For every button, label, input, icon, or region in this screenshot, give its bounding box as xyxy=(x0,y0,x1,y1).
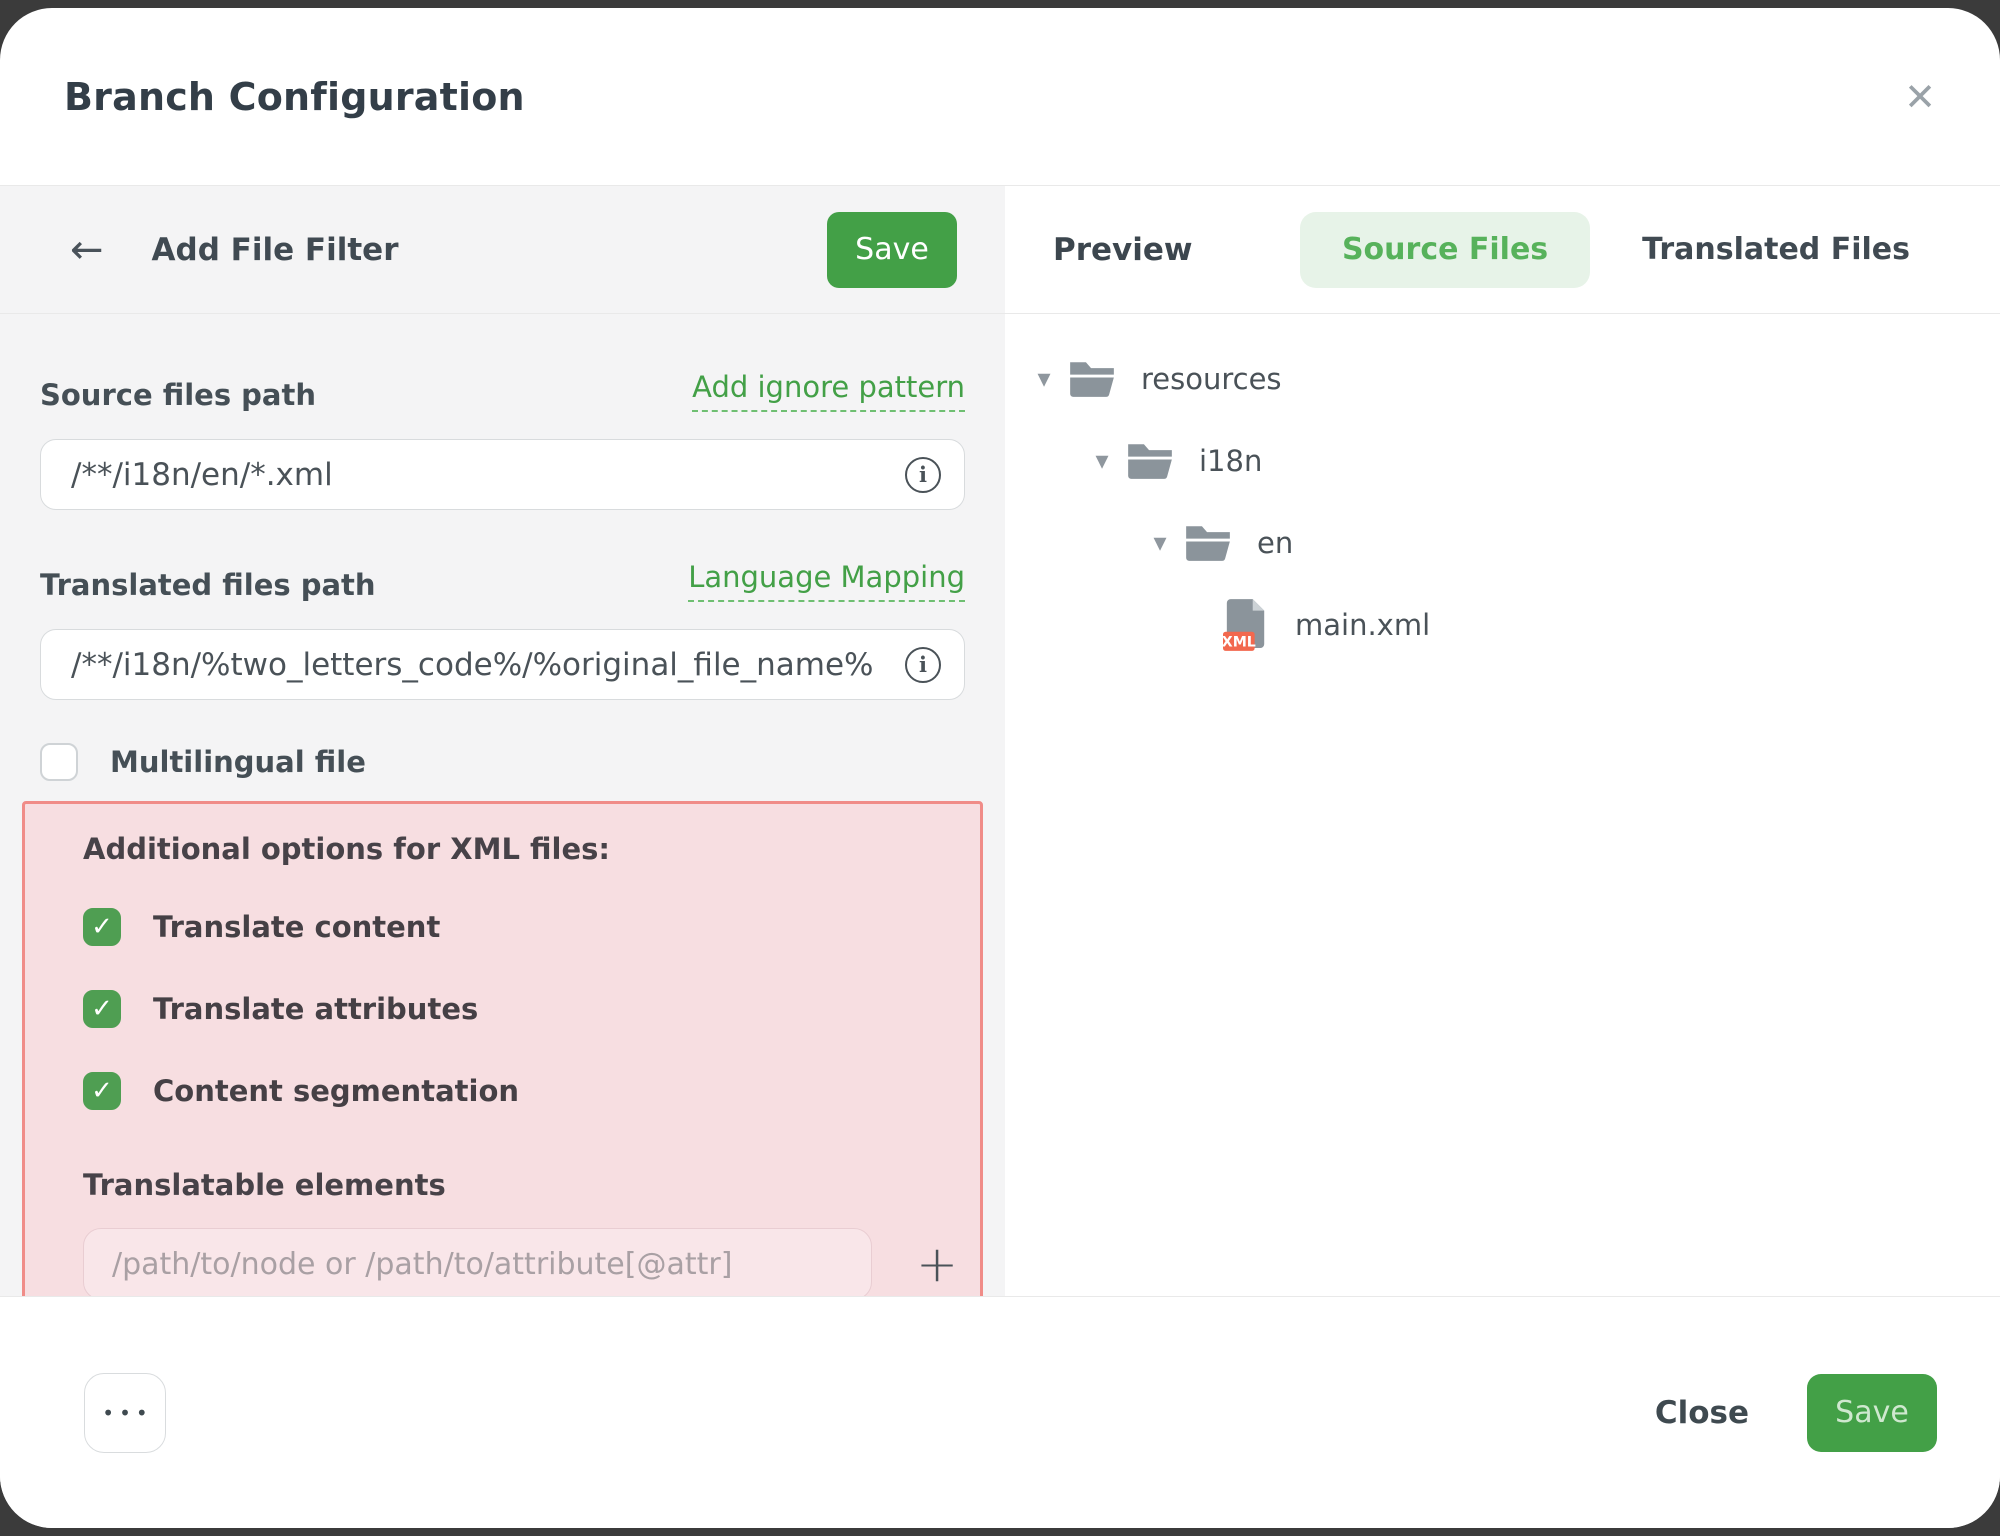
multilingual-file-checkbox-row[interactable]: Multilingual file xyxy=(40,743,965,781)
multilingual-label: Multilingual file xyxy=(110,745,366,779)
translate-attributes-checkbox[interactable]: ✓ xyxy=(83,990,121,1028)
tree-label: i18n xyxy=(1199,444,1262,478)
preview-file-tree: ▾ resources ▾ i18n xyxy=(1005,314,2000,1296)
back-arrow-icon[interactable]: ← xyxy=(70,230,104,270)
close-button[interactable]: Close xyxy=(1655,1395,1749,1431)
dialog-content: Source files path Add ignore pattern i T… xyxy=(0,314,2000,1296)
save-filter-button[interactable]: Save xyxy=(827,212,957,288)
translate-content-checkbox[interactable]: ✓ xyxy=(83,908,121,946)
translatable-elements-label: Translatable elements xyxy=(83,1168,958,1202)
caret-down-icon[interactable]: ▾ xyxy=(1143,528,1177,558)
language-mapping-link[interactable]: Language Mapping xyxy=(688,560,965,602)
translate-content-label: Translate content xyxy=(153,910,440,944)
xml-options-box: Additional options for XML files: ✓ Tran… xyxy=(22,801,983,1315)
content-segmentation-row[interactable]: ✓ Content segmentation xyxy=(83,1072,958,1110)
translate-attributes-label: Translate attributes xyxy=(153,992,478,1026)
tree-row-i18n[interactable]: ▾ i18n xyxy=(1027,438,1960,484)
caret-down-icon[interactable]: ▾ xyxy=(1085,446,1119,476)
file-filter-form: Source files path Add ignore pattern i T… xyxy=(0,314,1005,1296)
tree-row-en[interactable]: ▾ en xyxy=(1027,520,1960,566)
info-icon[interactable]: i xyxy=(905,647,941,683)
dialog-title: Branch Configuration xyxy=(64,75,525,119)
source-files-path-label: Source files path xyxy=(40,378,316,412)
more-options-button[interactable]: ••• xyxy=(84,1373,166,1453)
content-segmentation-label: Content segmentation xyxy=(153,1074,519,1108)
tree-label: en xyxy=(1257,526,1293,560)
add-ignore-pattern-link[interactable]: Add ignore pattern xyxy=(692,370,965,412)
translate-attributes-row[interactable]: ✓ Translate attributes xyxy=(83,990,958,1028)
folder-icon xyxy=(1127,442,1173,480)
translate-content-row[interactable]: ✓ Translate content xyxy=(83,908,958,946)
tab-source-files[interactable]: Source Files xyxy=(1300,212,1590,288)
xml-options-title: Additional options for XML files: xyxy=(83,832,958,866)
translatable-elements-input[interactable] xyxy=(83,1228,872,1300)
info-icon[interactable]: i xyxy=(905,457,941,493)
translated-files-path-label: Translated files path xyxy=(40,568,376,602)
tab-translated-files[interactable]: Translated Files xyxy=(1600,212,1952,288)
file-filter-header: ← Add File Filter Save xyxy=(0,186,1005,313)
branch-configuration-dialog: Branch Configuration ✕ ← Add File Filter… xyxy=(0,8,2000,1528)
content-segmentation-checkbox[interactable]: ✓ xyxy=(83,1072,121,1110)
svg-text:XML: XML xyxy=(1223,635,1256,651)
folder-icon xyxy=(1069,360,1115,398)
close-icon[interactable]: ✕ xyxy=(1904,78,1936,116)
add-element-icon[interactable]: + xyxy=(916,1239,958,1289)
tree-label: main.xml xyxy=(1295,608,1430,642)
translated-files-path-input[interactable] xyxy=(40,629,965,700)
dialog-footer: ••• Close Save xyxy=(0,1296,2000,1528)
xml-file-icon: XML xyxy=(1223,598,1269,652)
preview-header: Preview Source Files Translated Files xyxy=(1005,186,2000,313)
ellipsis-icon: ••• xyxy=(102,1401,152,1425)
dialog-title-bar: Branch Configuration ✕ xyxy=(0,8,2000,186)
tree-row-resources[interactable]: ▾ resources xyxy=(1027,356,1960,402)
source-files-path-input[interactable] xyxy=(40,439,965,510)
tree-row-main-xml[interactable]: XML main.xml xyxy=(1027,602,1960,648)
preview-title: Preview xyxy=(1053,232,1193,268)
folder-icon xyxy=(1185,524,1231,562)
save-button[interactable]: Save xyxy=(1807,1374,1937,1452)
preview-tabs: Source Files Translated Files xyxy=(1300,212,1952,288)
caret-down-icon[interactable]: ▾ xyxy=(1027,364,1061,394)
file-filter-title: Add File Filter xyxy=(152,232,399,268)
tree-label: resources xyxy=(1141,362,1282,396)
multilingual-checkbox[interactable] xyxy=(40,743,78,781)
subheader-row: ← Add File Filter Save Preview Source Fi… xyxy=(0,186,2000,314)
